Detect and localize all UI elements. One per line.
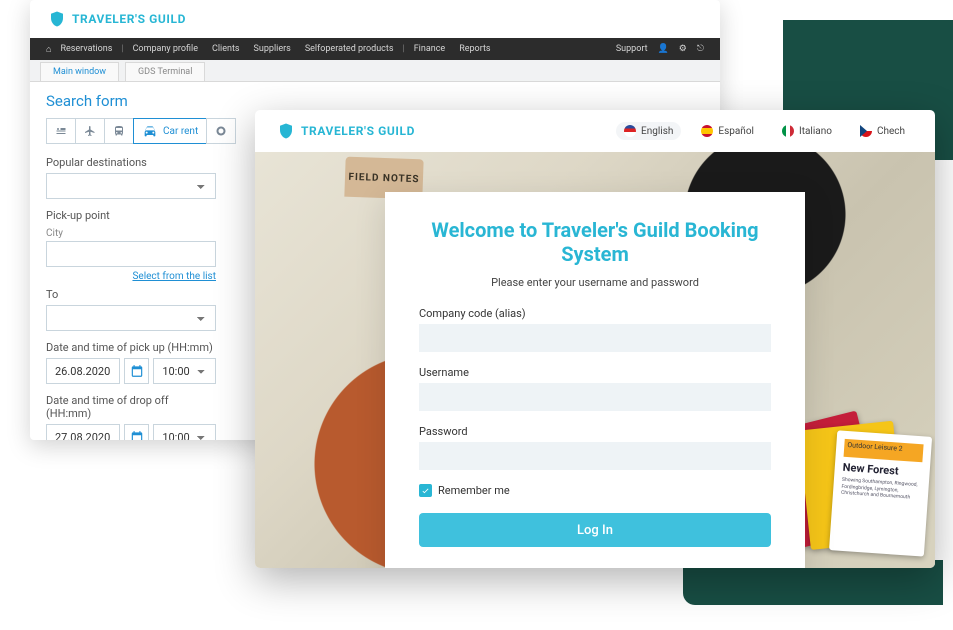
company-code-label: Company code (alias)	[419, 307, 771, 320]
city-input[interactable]	[46, 241, 216, 267]
ticket-icon	[215, 123, 227, 139]
settings-icon[interactable]: ⚙	[679, 44, 687, 54]
nav-company-profile[interactable]: Company profile	[128, 44, 203, 54]
flag-en-icon	[624, 125, 636, 137]
window-tabs: Main window GDS Terminal	[30, 60, 720, 82]
flag-es-icon	[701, 125, 713, 137]
bus-icon	[113, 123, 125, 139]
password-input[interactable]	[419, 442, 771, 470]
lang-czech[interactable]: Chech	[852, 122, 913, 140]
brand-name: TRAVELER'S GUILD	[301, 124, 415, 138]
nav-support[interactable]: Support	[616, 44, 648, 54]
dropoff-dt-label: Date and time of drop off (HH:mm)	[46, 394, 216, 420]
pickup-calendar-button[interactable]	[124, 358, 149, 384]
remember-me-label: Remember me	[438, 484, 510, 497]
city-label: City	[46, 228, 216, 239]
tab-car-label: Car rent	[163, 126, 198, 137]
hero-background: FIELD NOTES Outdoor Leisure 2 New Forest…	[255, 152, 935, 568]
lang-italian[interactable]: Italiano	[774, 122, 840, 140]
tab-bus[interactable]	[104, 118, 134, 144]
nav-reservations[interactable]: Reservations	[55, 44, 117, 54]
username-input[interactable]	[419, 383, 771, 411]
nav-reports[interactable]: Reports	[454, 44, 495, 54]
shield-icon	[277, 121, 295, 141]
calendar-icon	[130, 430, 144, 440]
to-label: To	[46, 288, 216, 301]
lang-spanish[interactable]: Español	[693, 122, 762, 140]
dropoff-calendar-button[interactable]	[124, 424, 149, 440]
top-nav: ⌂ Reservations| Company profile Clients …	[30, 38, 720, 60]
logout-icon[interactable]: ⎋	[697, 44, 704, 54]
login-title: Welcome to Traveler's Guild Booking Syst…	[419, 218, 771, 266]
tab-main-window[interactable]: Main window	[40, 62, 119, 81]
popular-destinations-label: Popular destinations	[46, 156, 216, 169]
dropoff-time-select[interactable]: 10:00	[153, 424, 216, 440]
dropoff-date-input[interactable]	[46, 424, 120, 440]
popular-destinations-select[interactable]	[46, 173, 216, 199]
nav-finance[interactable]: Finance	[409, 44, 450, 54]
tab-flight[interactable]	[75, 118, 105, 144]
tab-car-rent[interactable]: Car rent	[133, 118, 207, 144]
lang-english[interactable]: English	[616, 122, 681, 140]
remember-me-checkbox[interactable]: Remember me	[419, 484, 771, 497]
book-stack-prop: Outdoor Leisure 2 New Forest Showing Sou…	[793, 430, 923, 550]
login-window: TRAVELER'S GUILD English Español Italian…	[255, 110, 935, 568]
pickup-time-select[interactable]: 10:00	[153, 358, 216, 384]
brand-header: TRAVELER'S GUILD	[30, 0, 720, 38]
flag-cz-icon	[860, 125, 872, 137]
pickup-dt-label: Date and time of pick up (HH:mm)	[46, 341, 216, 354]
to-select[interactable]	[46, 305, 216, 331]
language-switcher: English Español Italiano Chech	[616, 122, 913, 140]
company-code-input[interactable]	[419, 324, 771, 352]
flag-it-icon	[782, 125, 794, 137]
car-icon	[142, 123, 158, 139]
checkbox-checked-icon	[419, 484, 432, 497]
nav-suppliers[interactable]: Suppliers	[249, 44, 296, 54]
pickup-point-label: Pick-up point	[46, 209, 216, 222]
brand-name: TRAVELER'S GUILD	[72, 12, 186, 26]
nav-clients[interactable]: Clients	[207, 44, 245, 54]
tab-gds-terminal[interactable]: GDS Terminal	[125, 62, 205, 81]
plane-icon	[84, 123, 96, 139]
login-subtitle: Please enter your username and password	[419, 276, 771, 289]
page-title: Search form	[46, 92, 704, 110]
bed-icon	[55, 123, 67, 139]
username-label: Username	[419, 366, 771, 379]
tab-ticket[interactable]	[206, 118, 236, 144]
tab-hotel[interactable]	[46, 118, 76, 144]
user-icon[interactable]: 👤	[658, 44, 669, 54]
login-card: Welcome to Traveler's Guild Booking Syst…	[385, 192, 805, 568]
calendar-icon	[130, 364, 144, 378]
nav-selfoperated[interactable]: Selfoperated products	[300, 44, 399, 54]
shield-icon	[48, 9, 66, 29]
select-from-list-link[interactable]: Select from the list	[46, 271, 216, 282]
password-label: Password	[419, 425, 771, 438]
home-icon[interactable]: ⌂	[46, 44, 51, 55]
login-header: TRAVELER'S GUILD English Español Italian…	[255, 110, 935, 152]
pickup-date-input[interactable]	[46, 358, 120, 384]
login-button[interactable]: Log In	[419, 513, 771, 547]
